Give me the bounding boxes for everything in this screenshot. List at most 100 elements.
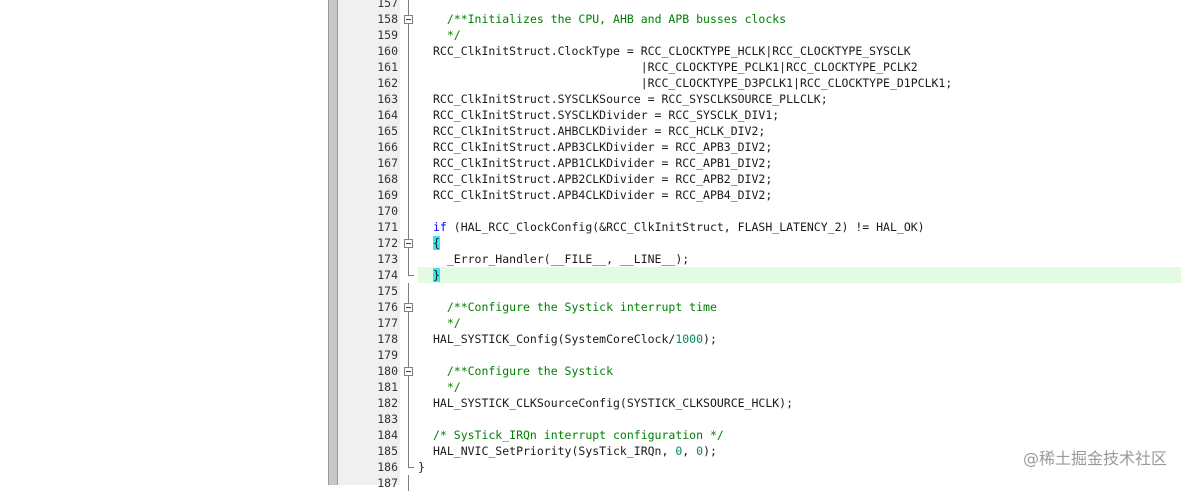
code-line[interactable]: 170 [338, 203, 1181, 219]
code-text: HAL_SYSTICK_CLKSourceConfig(SYSTICK_CLKS… [433, 396, 794, 410]
code-line[interactable]: 187 [338, 475, 1181, 491]
code-line[interactable]: 178 HAL_SYSTICK_Config(SystemCoreClock/10… [338, 331, 1181, 347]
line-number: 167 [377, 156, 398, 170]
fold-line-icon [402, 475, 416, 491]
matched-brace: { [433, 236, 440, 250]
code-line[interactable]: 172 { [338, 235, 1181, 251]
code-line[interactable]: 169 RCC_ClkInitStruct.APB4CLKDivider = RC… [338, 187, 1181, 203]
fold-line-icon [402, 171, 416, 187]
line-number: 184 [377, 428, 398, 442]
line-number: 163 [377, 92, 398, 106]
fold-line-icon [402, 123, 416, 139]
code-text: RCC_ClkInitStruct.APB3CLKDivider = RCC_A… [433, 140, 773, 154]
code-token: if [433, 220, 447, 234]
line-number: 182 [377, 396, 398, 410]
code-text: RCC_ClkInitStruct.AHBCLKDivider = RCC_HC… [433, 124, 766, 138]
code-line[interactable]: 175 [338, 283, 1181, 299]
code-token: */ [446, 316, 461, 330]
fold-collapse-icon[interactable] [402, 299, 416, 315]
fold-line-icon [402, 203, 416, 219]
code-editor[interactable]: 157 158 /**Initializes the CPU, AHB and A… [338, 0, 1181, 491]
code-token: HAL_SYSTICK_Config(SystemCoreClock/ [433, 332, 676, 346]
code-line[interactable]: 157 [338, 0, 1181, 11]
fold-collapse-icon[interactable] [402, 11, 416, 27]
code-line[interactable]: 158 /**Initializes the CPU, AHB and APB … [338, 11, 1181, 27]
code-token: (HAL_RCC_ClockConfig(&RCC_ClkInitStruct,… [446, 220, 925, 234]
fold-line-icon [402, 411, 416, 427]
code-text: |RCC_CLOCKTYPE_PCLK1|RCC_CLOCKTYPE_PCLK2 [433, 60, 918, 74]
code-token: /**Initializes the CPU, AHB and APB buss… [446, 12, 787, 26]
code-line[interactable]: 174} [338, 267, 1181, 283]
fold-line-icon [402, 107, 416, 123]
code-line[interactable]: 171 if (HAL_RCC_ClockConfig(&RCC_ClkInitS… [338, 219, 1181, 235]
code-text: HAL_NVIC_SetPriority(SysTick_IRQn, 0, 0)… [433, 443, 717, 459]
code-text: } [418, 459, 425, 475]
line-number: 165 [377, 124, 398, 138]
code-line[interactable]: 160 RCC_ClkInitStruct.ClockType = RCC_CLO… [338, 43, 1181, 59]
code-line[interactable]: 163 RCC_ClkInitStruct.SYSCLKSource = RCC_… [338, 91, 1181, 107]
code-line[interactable]: 177 */ [338, 315, 1181, 331]
code-line[interactable]: 162 |RCC_CLOCKTYPE_D3PCLK1|RCC_CLOCKTYPE… [338, 75, 1181, 91]
code-line[interactable]: 173 _Error_Handler(__FILE__, __LINE__); [338, 251, 1181, 267]
line-number: 162 [377, 76, 398, 90]
fold-line-icon [402, 43, 416, 59]
line-number: 160 [377, 44, 398, 58]
code-line[interactable]: 167 RCC_ClkInitStruct.APB1CLKDivider = RC… [338, 155, 1181, 171]
line-number: 173 [377, 252, 398, 266]
code-text: RCC_ClkInitStruct.ClockType = RCC_CLOCKT… [433, 44, 911, 58]
left-pane [0, 0, 328, 485]
code-line[interactable]: 176 /**Configure the Systick interrupt t… [338, 299, 1181, 315]
fold-line-icon [402, 27, 416, 43]
code-line[interactable]: 164 RCC_ClkInitStruct.SYSCLKDivider = RCC… [338, 107, 1181, 123]
fold-line-icon [402, 91, 416, 107]
code-line[interactable]: 161 |RCC_CLOCKTYPE_PCLK1|RCC_CLOCKTYPE_P… [338, 59, 1181, 75]
code-line[interactable]: 168 RCC_ClkInitStruct.APB2CLKDivider = RC… [338, 171, 1181, 187]
fold-end-icon [402, 267, 416, 283]
code-line[interactable]: 165 RCC_ClkInitStruct.AHBCLKDivider = RCC… [338, 123, 1181, 139]
line-number: 159 [377, 28, 398, 42]
code-line[interactable]: 159 */ [338, 27, 1181, 43]
code-line[interactable]: 179 [338, 347, 1181, 363]
line-number: 176 [377, 300, 398, 314]
line-number: 168 [377, 172, 398, 186]
pane-splitter[interactable] [328, 0, 338, 485]
line-number: 180 [377, 364, 398, 378]
fold-line-icon [402, 379, 416, 395]
code-token: 1000 [675, 332, 704, 346]
code-text: } [433, 267, 440, 283]
code-text: */ [433, 379, 461, 395]
line-number: 178 [377, 332, 398, 346]
code-line[interactable]: 182 HAL_SYSTICK_CLKSourceConfig(SYSTICK_C… [338, 395, 1181, 411]
code-token: HAL_NVIC_SetPriority(SysTick_IRQn, [433, 444, 676, 458]
code-line[interactable]: 184 /* SysTick_IRQn interrupt configurati… [338, 427, 1181, 443]
code-text: /**Initializes the CPU, AHB and APB buss… [433, 11, 786, 27]
code-line[interactable]: 183 [338, 411, 1181, 427]
line-number: 172 [377, 236, 398, 250]
line-number: 166 [377, 140, 398, 154]
code-line[interactable]: 166 RCC_ClkInitStruct.APB3CLKDivider = RC… [338, 139, 1181, 155]
fold-line-icon [402, 331, 416, 347]
code-line[interactable]: 180 /**Configure the Systick [338, 363, 1181, 379]
code-token: /**Configure the Systick [446, 364, 614, 378]
line-number: 179 [377, 348, 398, 362]
code-line[interactable]: 181 */ [338, 379, 1181, 395]
code-text: RCC_ClkInitStruct.SYSCLKSource = RCC_SYS… [433, 92, 828, 106]
code-text: HAL_SYSTICK_Config(SystemCoreClock/1000)… [433, 331, 717, 347]
fold-line-icon [402, 315, 416, 331]
code-text: RCC_ClkInitStruct.APB4CLKDivider = RCC_A… [433, 188, 773, 202]
code-token: , [682, 444, 697, 458]
line-number: 158 [377, 12, 398, 26]
code-text: |RCC_CLOCKTYPE_D3PCLK1|RCC_CLOCKTYPE_D1P… [433, 76, 953, 90]
fold-collapse-icon[interactable] [402, 363, 416, 379]
fold-line-icon [402, 251, 416, 267]
fold-collapse-icon[interactable] [402, 235, 416, 251]
line-number: 170 [377, 204, 398, 218]
fold-end-icon [402, 459, 416, 475]
code-token: ); [703, 444, 717, 458]
code-token: /* SysTick_IRQn interrupt configuration … [433, 428, 724, 442]
line-number: 177 [377, 316, 398, 330]
